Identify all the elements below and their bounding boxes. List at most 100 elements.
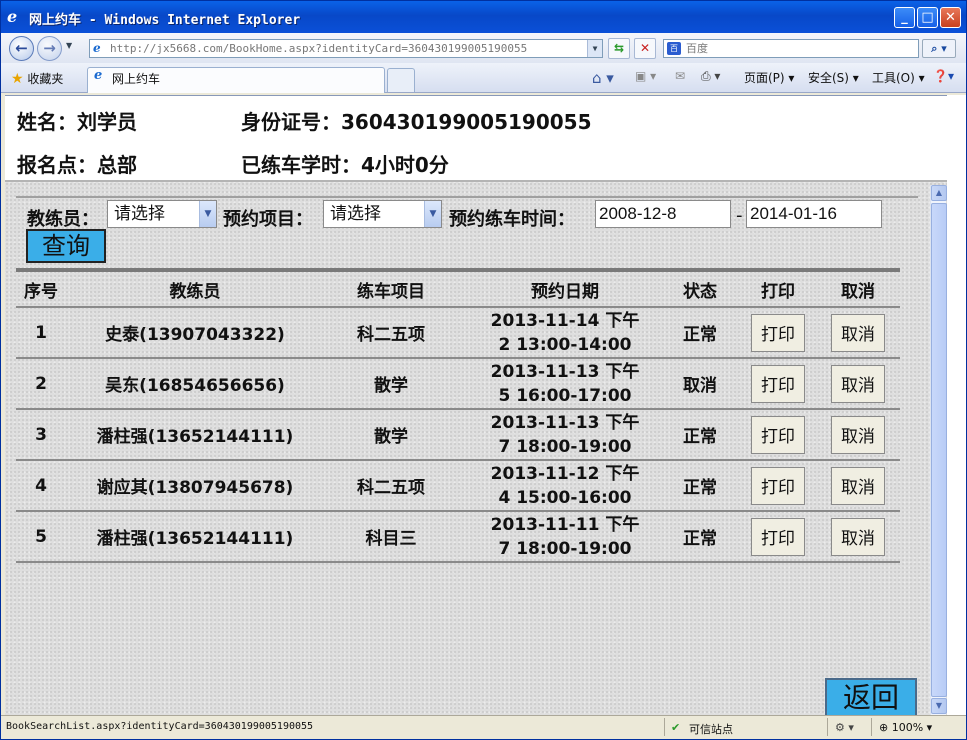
check-icon: ✔	[671, 721, 681, 734]
security-zone: 可信站点	[689, 723, 733, 736]
cell-item: 科二五项	[357, 325, 425, 345]
cancel-button[interactable]: 取消	[831, 517, 885, 556]
cancel-button[interactable]: 取消	[831, 466, 885, 505]
chevron-down-icon: ▼	[424, 201, 441, 227]
baidu-icon: 百	[667, 42, 681, 55]
cell-coach: 潘柱强(13652144111)	[96, 427, 294, 447]
cancel-button[interactable]: 取消	[831, 415, 885, 454]
header-item: 练车项目	[357, 281, 425, 302]
window-title: 网上约车 - Windows Internet Explorer	[29, 13, 301, 28]
maximize-button[interactable]: □	[917, 7, 938, 28]
scrollbar-thumb[interactable]	[931, 203, 947, 697]
student-id: 身份证号：360430199005190055	[241, 110, 592, 134]
header-cancel: 取消	[841, 281, 875, 302]
item-filter-label: 预约项目：	[223, 209, 313, 230]
cell-date: 2013-11-13 下午 7 18:00-19:00	[490, 412, 640, 457]
date-from-input[interactable]: 2008-12-8	[595, 200, 731, 228]
table-row: 5 潘柱强(13652144111) 科目三 2013-11-11 下午 7 18…	[16, 512, 900, 563]
page-icon: e	[93, 41, 101, 55]
tab-page-icon: e	[94, 68, 103, 83]
back-button[interactable]: 返回	[825, 678, 917, 715]
print-icon[interactable]: ⎙ ▾	[701, 69, 720, 84]
title-bar: e 网上约车 - Windows Internet Explorer _ □ ✕	[1, 1, 966, 33]
refresh-button[interactable]: ⇆	[608, 38, 630, 59]
table-row: 3 潘柱强(13652144111) 散学 2013-11-13 下午 7 18:…	[16, 410, 900, 461]
query-button[interactable]: 查询	[26, 229, 106, 263]
cell-item: 散学	[374, 376, 408, 396]
cell-item: 科目三	[365, 529, 417, 549]
date-to-input[interactable]: 2014-01-16	[746, 200, 882, 228]
item-select[interactable]: 请选择 ▼	[323, 200, 442, 228]
booking-table: 序号 教练员 练车项目 预约日期 状态 打印 取消 1 史泰(139070433…	[16, 268, 900, 563]
menu-tools[interactable]: 工具(O) ▾	[872, 69, 925, 86]
coach-select[interactable]: 请选择 ▼	[107, 200, 217, 228]
date-separator: -	[736, 205, 743, 226]
cancel-button[interactable]: 取消	[831, 313, 885, 352]
student-name: 姓名：刘学员	[17, 110, 137, 134]
student-info: 姓名：刘学员 身份证号：360430199005190055 报名点：总部 已练…	[5, 96, 947, 180]
cell-date: 2013-11-13 下午 5 16:00-17:00	[490, 361, 640, 406]
print-button[interactable]: 打印	[751, 517, 805, 556]
table-row: 4 谢应其(13807945678) 科二五项 2013-11-12 下午 4 1…	[16, 461, 900, 512]
cell-item: 散学	[374, 427, 408, 447]
print-button[interactable]: 打印	[751, 313, 805, 352]
favorites-button[interactable]: ★ 收藏夹	[11, 70, 63, 87]
search-button[interactable]: ⌕ ▾	[922, 39, 956, 58]
minimize-button[interactable]: _	[894, 7, 915, 28]
protected-mode-icon[interactable]: ⚙ ▾	[835, 721, 854, 734]
status-bar: BookSearchList.aspx?identityCard=3604301…	[1, 715, 966, 739]
address-dropdown-icon[interactable]: ▼	[587, 40, 602, 57]
page-right-margin	[947, 95, 966, 715]
cell-coach: 史泰(13907043322)	[105, 325, 285, 345]
help-icon[interactable]: ❓▾	[933, 69, 954, 83]
cell-status: 正常	[683, 478, 717, 498]
header-no: 序号	[24, 281, 58, 302]
feeds-icon[interactable]: ▣ ▾	[635, 69, 656, 83]
cell-coach: 潘柱强(13652144111)	[96, 529, 294, 549]
print-button[interactable]: 打印	[751, 415, 805, 454]
practice-hours: 已练车学时：4小时0分	[241, 153, 449, 177]
address-toolbar: ← → ▼ e http://jx5668.com/BookHome.aspx?…	[1, 33, 966, 63]
address-bar[interactable]: e http://jx5668.com/BookHome.aspx?identi…	[89, 39, 603, 58]
cell-date: 2013-11-12 下午 4 15:00-16:00	[490, 463, 640, 508]
menu-safety[interactable]: 安全(S) ▾	[808, 69, 859, 86]
cell-status: 取消	[683, 376, 717, 396]
stop-button[interactable]: ✕	[634, 38, 656, 59]
search-input[interactable]: 百 百度	[663, 39, 919, 58]
scroll-up-icon[interactable]: ▲	[931, 185, 947, 201]
scroll-down-icon[interactable]: ▼	[931, 698, 947, 714]
forward-nav-button[interactable]: →	[37, 36, 62, 61]
zoom-control[interactable]: ⊕ 100% ▾	[879, 721, 932, 734]
header-status: 状态	[683, 281, 717, 302]
star-icon: ★	[11, 71, 24, 87]
cell-date: 2013-11-14 下午 2 13:00-14:00	[490, 310, 640, 355]
chevron-down-icon: ▼	[199, 201, 216, 227]
close-button[interactable]: ✕	[940, 7, 961, 28]
cell-no: 2	[35, 373, 47, 394]
ie-logo-icon: e	[7, 7, 18, 26]
enroll-site: 报名点：总部	[17, 153, 137, 177]
print-button[interactable]: 打印	[751, 364, 805, 403]
home-icon[interactable]: ⌂ ▾	[592, 69, 614, 87]
browser-window: e 网上约车 - Windows Internet Explorer _ □ ✕…	[0, 0, 967, 740]
cell-status: 正常	[683, 529, 717, 549]
table-header-row: 序号 教练员 练车项目 预约日期 状态 打印 取消	[16, 272, 900, 308]
cell-item: 科二五项	[357, 478, 425, 498]
menu-page[interactable]: 页面(P) ▾	[744, 69, 794, 86]
vertical-scrollbar[interactable]: ▲ ▼	[930, 185, 947, 715]
history-dropdown-icon[interactable]: ▼	[66, 41, 72, 50]
cancel-button[interactable]: 取消	[831, 364, 885, 403]
header-coach: 教练员	[169, 281, 221, 302]
cell-coach: 吴东(16854656656)	[105, 376, 285, 396]
new-tab-button[interactable]	[387, 68, 415, 92]
coach-filter-label: 教练员：	[27, 209, 99, 230]
back-nav-button[interactable]: ←	[9, 36, 34, 61]
cell-no: 5	[35, 526, 47, 547]
cell-date: 2013-11-11 下午 7 18:00-19:00	[490, 514, 640, 559]
cell-no: 4	[35, 475, 47, 496]
tab-active[interactable]: e 网上约车	[87, 67, 385, 93]
table-row: 1 史泰(13907043322) 科二五项 2013-11-14 下午 2 13…	[16, 308, 900, 359]
mail-icon[interactable]: ✉	[675, 69, 685, 83]
table-row: 2 吴东(16854656656) 散学 2013-11-13 下午 5 16:0…	[16, 359, 900, 410]
print-button[interactable]: 打印	[751, 466, 805, 505]
